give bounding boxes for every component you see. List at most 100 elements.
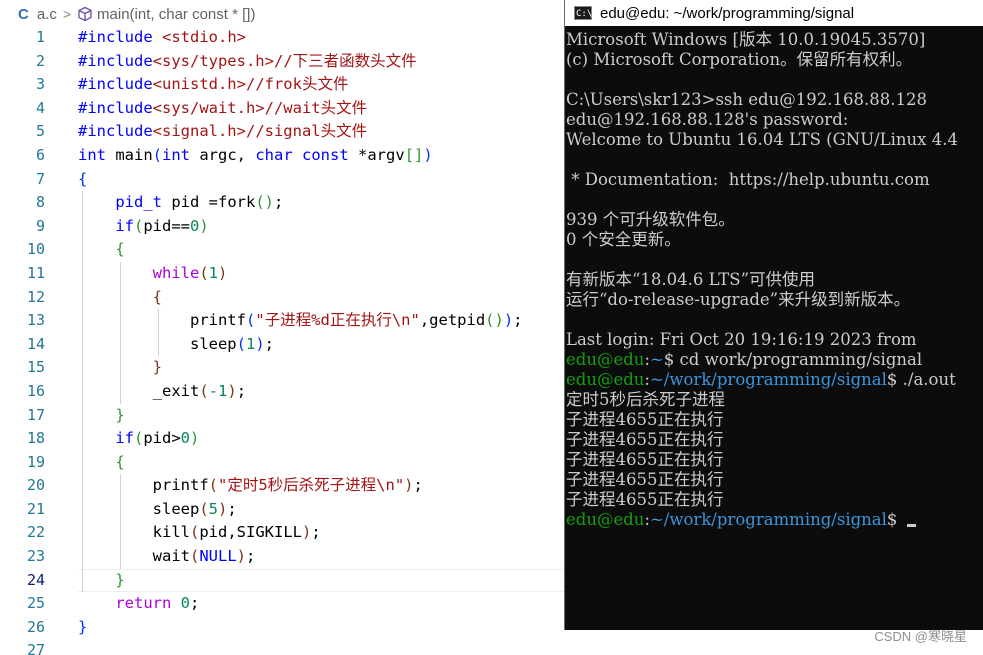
code-line[interactable]: 24 } [0, 568, 565, 593]
line-number: 16 [26, 381, 45, 400]
code-text[interactable]: { [78, 238, 124, 262]
code-line[interactable]: 11 while(1) [0, 261, 565, 286]
code-token: ( [199, 499, 209, 518]
code-line[interactable]: 4 #include<sys/wait.h>//wait头文件 [0, 97, 565, 121]
code-token: sleep [78, 499, 200, 518]
terminal-cursor [906, 524, 916, 527]
code-text[interactable]: sleep(1); [78, 333, 274, 357]
terminal-titlebar[interactable]: C:\ edu@edu: ~/work/programming/signal [565, 0, 983, 26]
code-token: ( [189, 547, 200, 566]
terminal-window[interactable]: C:\ edu@edu: ~/work/programming/signal M… [564, 0, 983, 630]
code-text[interactable]: if(pid>0) [78, 427, 199, 451]
code-line[interactable]: 14 sleep(1); [0, 332, 565, 357]
code-line[interactable]: 2 #include<sys/types.h>//下三者函数头文件 [0, 50, 565, 74]
code-text[interactable]: return 0; [78, 592, 199, 616]
code-line[interactable]: 7{ [0, 168, 565, 192]
terminal-text: ~/work/programming/signal [649, 510, 887, 529]
code-line[interactable]: 19 { [0, 450, 565, 475]
code-text[interactable]: { [78, 451, 124, 475]
terminal-line: edu@edu:~$ cd work/programming/signal [566, 350, 983, 370]
code-editor[interactable]: C a.c > main(int, char const * []) 1 #inc… [0, 0, 565, 655]
code-text[interactable]: #include<unistd.h>//frok头文件 [78, 73, 348, 97]
code-line[interactable]: 8 pid_t pid =fork(); [0, 191, 565, 215]
code-text[interactable]: } [78, 404, 124, 428]
code-lines[interactable]: 1 #include <stdio.h> 2 #include<sys/types.h… [0, 26, 565, 655]
terminal-text: Welcome to Ubuntu 16.04 LTS (GNU/Linux 4… [566, 130, 958, 149]
code-line[interactable]: 12 { [0, 285, 565, 310]
code-line[interactable]: 23 wait(NULL); [0, 545, 565, 569]
code-line[interactable]: 15 } [0, 356, 565, 380]
code-line[interactable]: 21 sleep(5); [0, 497, 565, 522]
line-number: 2 [35, 51, 45, 70]
code-line[interactable]: 3 #include<unistd.h>//frok头文件 [0, 73, 565, 97]
code-token: wait [78, 547, 190, 566]
code-text[interactable]: #include<sys/wait.h>//wait头文件 [78, 97, 367, 121]
code-line[interactable]: 20 printf("定时5秒后杀死子进程\n"); [0, 474, 565, 498]
code-text[interactable]: } [78, 569, 124, 593]
code-token: 0 [180, 594, 191, 613]
code-text[interactable]: printf("子进程%d正在执行\n",getpid()); [78, 309, 523, 333]
code-token: char [255, 145, 293, 164]
code-text[interactable]: #include <stdio.h> [78, 26, 246, 50]
code-text[interactable]: while(1) [78, 262, 228, 286]
code-token: <sys/types.h> [152, 51, 274, 70]
code-token: ) [236, 547, 246, 566]
code-token: return [115, 594, 172, 613]
terminal-text: edu@edu [566, 370, 645, 389]
line-number: 20 [26, 476, 45, 495]
code-token: const [302, 145, 349, 164]
code-token: ( [208, 476, 218, 495]
terminal-text: 子进程4655正在执行 [566, 470, 724, 489]
code-token: int [78, 145, 106, 164]
code-line[interactable]: 1 #include <stdio.h> [0, 26, 565, 50]
code-line[interactable]: 22 kill(pid,SIGKILL); [0, 521, 565, 546]
breadcrumb: C a.c > main(int, char const * []) [0, 0, 565, 28]
code-line[interactable]: 6 int main(int argc, char const *argv[]) [0, 144, 565, 168]
code-text[interactable]: kill(pid,SIGKILL); [78, 521, 321, 545]
breadcrumb-symbol[interactable]: main(int, char const * []) [97, 6, 255, 23]
code-line[interactable]: 26} [0, 616, 565, 640]
code-token: ( [152, 145, 163, 164]
code-text[interactable]: int main(int argc, char const *argv[]) [78, 144, 433, 168]
code-line[interactable]: 17 } [0, 403, 565, 428]
code-token: ) [218, 263, 228, 282]
code-text[interactable]: #include<signal.h>//signal头文件 [78, 120, 367, 144]
code-token: ) [218, 499, 228, 518]
code-token: ) [503, 311, 514, 330]
code-line[interactable]: 5 #include<signal.h>//signal头文件 [0, 120, 565, 144]
line-number: 4 [35, 98, 45, 117]
code-line[interactable]: 27 [0, 639, 565, 655]
line-number: 25 [26, 594, 45, 613]
code-token: ; [190, 594, 200, 613]
code-line[interactable]: 9 if(pid==0) [0, 214, 565, 239]
terminal-text: (c) Microsoft Corporation。保留所有权利。 [566, 50, 913, 69]
code-text[interactable]: } [78, 356, 162, 380]
code-text[interactable]: #include<sys/types.h>//下三者函数头文件 [78, 50, 417, 74]
code-text[interactable]: if(pid==0) [78, 215, 209, 239]
line-number: 14 [26, 334, 45, 353]
code-line[interactable]: 13 printf("子进程%d正在执行\n",getpid()); [0, 309, 565, 333]
code-line[interactable]: 18 if(pid>0) [0, 427, 565, 451]
code-token: //signal头文件 [245, 122, 368, 141]
code-text[interactable]: pid_t pid =fork(); [78, 191, 283, 215]
code-token: <sys/wait.h> [152, 98, 265, 117]
code-text[interactable]: { [78, 168, 87, 192]
code-token: 1 [208, 263, 219, 282]
code-line[interactable]: 25 return 0; [0, 592, 565, 616]
terminal-line: 定时5秒后杀死子进程 [566, 390, 983, 410]
code-line[interactable]: 10 { [0, 238, 565, 262]
terminal-line: Welcome to Ubuntu 16.04 LTS (GNU/Linux 4… [566, 130, 983, 150]
code-text[interactable]: wait(NULL); [78, 545, 256, 569]
code-text[interactable]: _exit(-1); [78, 380, 246, 404]
code-text[interactable]: sleep(5); [78, 498, 237, 522]
terminal-output[interactable]: Microsoft Windows [版本 10.0.19045.3570] (c… [566, 30, 983, 530]
code-token: //frok头文件 [245, 75, 349, 94]
code-text[interactable]: { [78, 286, 162, 310]
code-line[interactable]: 16 _exit(-1); [0, 379, 565, 404]
terminal-text: 939 个可升级软件包。 [566, 210, 735, 229]
code-text[interactable]: } [78, 616, 87, 640]
breadcrumb-file[interactable]: a.c [37, 6, 57, 23]
code-token: ) [199, 216, 209, 235]
code-text[interactable]: printf("定时5秒后杀死子进程\n"); [78, 474, 423, 498]
